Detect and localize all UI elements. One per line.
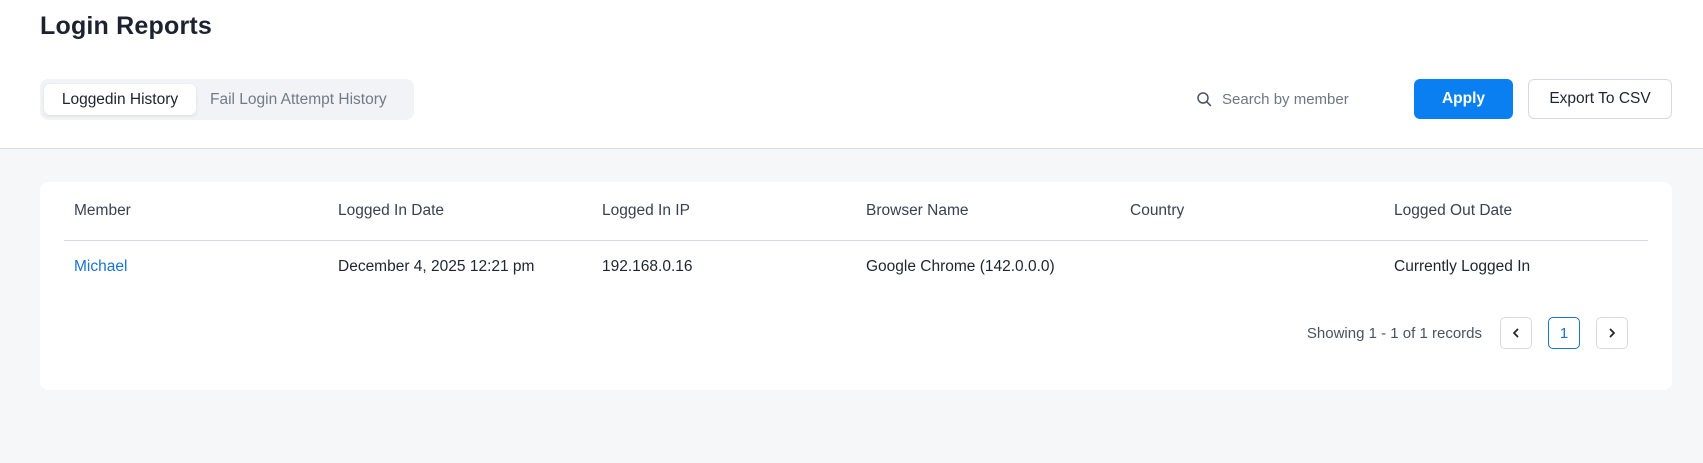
chevron-left-icon (1513, 328, 1519, 338)
apply-button[interactable]: Apply (1414, 79, 1513, 119)
export-csv-button[interactable]: Export To CSV (1528, 79, 1672, 119)
column-header-logged-in-date: Logged In Date (338, 202, 445, 219)
pagination-summary: Showing 1 - 1 of 1 records (1306, 324, 1482, 342)
page-number-button[interactable]: 1 (1548, 317, 1580, 349)
column-header-logged-out-date: Logged Out Date (1394, 202, 1513, 219)
table-row: Michael December 4, 2025 12:21 pm 192.16… (64, 241, 1648, 293)
tab-fail-login-attempt-history[interactable]: Fail Login Attempt History (196, 84, 401, 115)
login-report-card: Member Logged In Date Logged In IP Brows… (40, 182, 1672, 390)
search-icon (1196, 91, 1212, 107)
column-header-country: Country (1130, 202, 1185, 219)
browser-name-cell: Google Chrome (142.0.0.0) (866, 258, 1055, 275)
member-link[interactable]: Michael (74, 241, 127, 293)
column-header-member: Member (74, 202, 131, 219)
column-header-logged-in-ip: Logged In IP (602, 202, 690, 219)
logged-in-date-cell: December 4, 2025 12:21 pm (338, 258, 535, 275)
next-page-button[interactable] (1596, 317, 1628, 349)
tab-loggedin-history[interactable]: Loggedin History (44, 84, 196, 115)
previous-page-button[interactable] (1500, 317, 1532, 349)
search-box (1196, 86, 1386, 112)
page-header: Login Reports Loggedin History Fail Logi… (0, 0, 1703, 149)
page-title: Login Reports (40, 12, 213, 40)
search-input[interactable] (1222, 90, 1372, 108)
table-header: Member Logged In Date Logged In IP Brows… (64, 182, 1648, 241)
chevron-right-icon (1609, 328, 1615, 338)
report-tabs: Loggedin History Fail Login Attempt Hist… (40, 79, 414, 120)
pagination: Showing 1 - 1 of 1 records 1 (1307, 317, 1628, 349)
logged-in-ip-cell: 192.168.0.16 (602, 258, 693, 275)
logged-out-date-cell: Currently Logged In (1394, 258, 1531, 275)
column-header-browser-name: Browser Name (866, 202, 969, 219)
